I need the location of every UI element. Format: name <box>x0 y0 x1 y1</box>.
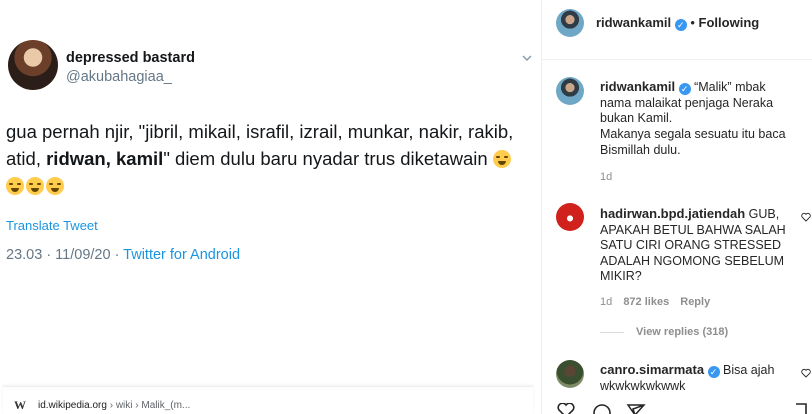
tweet-display-name[interactable]: depressed bastard <box>66 50 195 66</box>
replies-divider <box>600 332 624 333</box>
comment: canro.simarmata ✓ Bisa ajah wkwkwkwkwwk <box>600 362 795 394</box>
avatar[interactable] <box>556 360 584 388</box>
crying-face-icon <box>46 177 64 195</box>
avatar[interactable] <box>556 203 584 231</box>
view-replies-button[interactable]: View replies (318) <box>636 326 728 338</box>
comment-likes[interactable]: 872 likes <box>623 296 669 308</box>
caption-text-2: Makanya segala sesuatu itu baca Bismilla… <box>600 127 786 157</box>
tweet-avatar[interactable] <box>8 40 58 90</box>
post-caption: ridwankamil ✓ “Malik” mbak nama malaikat… <box>600 79 800 127</box>
instagram-panel: ridwankamil ✓ • Following ridwankamil ✓ … <box>541 0 812 414</box>
heart-icon[interactable] <box>801 212 811 222</box>
reply-button[interactable]: Reply <box>680 296 710 308</box>
comment: hadirwan.bpd.jatiendah GUB, APAKAH BETUL… <box>600 206 795 285</box>
heart-icon[interactable] <box>801 368 811 378</box>
tweet-meta: 23.03 · 11/09/20 · Twitter for Android <box>6 247 240 263</box>
verified-badge-icon: ✓ <box>707 366 720 378</box>
comment-bubble-icon[interactable] <box>592 403 612 414</box>
tweet-panel: depressed bastard @akubahagiaa_ gua pern… <box>0 0 541 414</box>
result-domain: id.wikipedia.org <box>38 400 107 411</box>
header-separator: • <box>686 15 699 30</box>
translate-tweet-link[interactable]: Translate Tweet <box>6 218 98 233</box>
avatar[interactable] <box>556 77 584 105</box>
caption-time[interactable]: 1d <box>600 171 612 183</box>
header-user: ridwankamil ✓ • Following <box>596 15 759 31</box>
tweet-handle[interactable]: @akubahagiaa_ <box>66 69 172 85</box>
comment-username[interactable]: canro.simarmata <box>600 362 704 377</box>
comment-username[interactable]: hadirwan.bpd.jatiendah <box>600 206 745 221</box>
comment-time[interactable]: 1d <box>600 296 612 308</box>
wikipedia-icon: W <box>14 398 26 412</box>
result-path: › wiki › Malik_(m... <box>106 400 191 411</box>
crying-face-icon <box>6 177 24 195</box>
verified-badge-icon: ✓ <box>678 83 691 95</box>
tweet-timestamp[interactable]: 23.03 · 11/09/20 · <box>6 247 123 263</box>
avatar[interactable] <box>556 9 584 37</box>
post-header: ridwankamil ✓ • Following <box>542 0 812 60</box>
bookmark-icon[interactable] <box>794 403 808 414</box>
share-icon[interactable] <box>626 403 646 414</box>
tweet-text-part-2: " diem dulu baru nyadar trus diketawain <box>163 148 488 169</box>
comment-actions: 1d 872 likes Reply <box>600 296 710 308</box>
result-url[interactable]: id.wikipedia.org › wiki › Malik_(m... <box>38 400 190 411</box>
tweet-source-link[interactable]: Twitter for Android <box>123 247 240 263</box>
crying-face-icon <box>26 177 44 195</box>
following-button[interactable]: Following <box>699 15 760 30</box>
tweet-text: gua pernah njir, "jibril, mikail, israfi… <box>6 118 531 199</box>
tweet-text-bold: ridwan, kamil <box>46 148 164 169</box>
post-action-bar <box>542 402 812 414</box>
caption-username[interactable]: ridwankamil <box>600 79 675 94</box>
crying-face-icon <box>492 150 511 168</box>
like-heart-icon[interactable] <box>556 403 576 414</box>
verified-badge-icon: ✓ <box>674 19 687 31</box>
chevron-down-icon[interactable] <box>522 53 532 63</box>
header-username[interactable]: ridwankamil <box>596 15 671 30</box>
